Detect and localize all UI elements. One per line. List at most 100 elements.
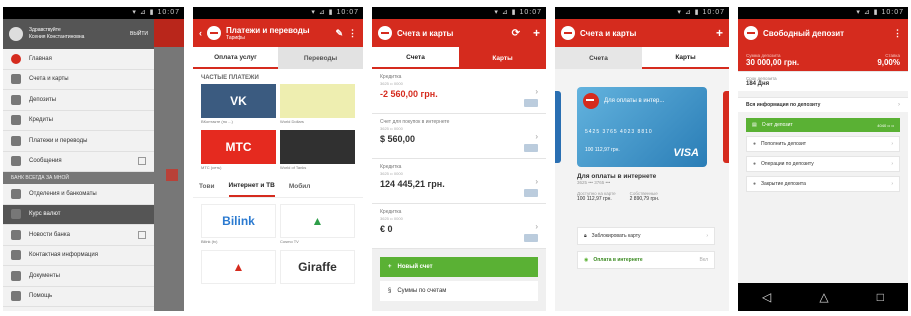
payment-tile[interactable]: ▲ Cosmo TV [280,204,355,246]
card-balance: 100 112,97 грн. [585,147,620,153]
bank-logo-icon [11,53,21,64]
drawer-secondary-items: Отделения и банкоматы Курс валют Новости б… [3,184,154,307]
tab-category-prev[interactable]: Тови [199,183,215,190]
block-card-button[interactable]: 🔒︎ Заблокировать карту › [577,227,715,245]
visa-logo: VISA [673,147,699,159]
back-nav-icon[interactable]: ◁ [762,290,771,304]
drawer-item[interactable]: Кредиты [3,111,154,131]
payment-tile[interactable]: World of Tanks [280,130,355,172]
deposit-action-label: Закрытие депозита [761,181,806,187]
tile-logo: ▲ [280,204,355,238]
tab-bar: Счета Карты [555,47,729,69]
deposit-action[interactable]: ▤ Счет депозит 4040 •• •• [746,118,900,132]
chevron-right-icon: › [535,222,538,231]
deposit-info-link[interactable]: Вся информация по депозиту › [738,97,908,112]
drawer-profile[interactable]: Здравствуйте Ксения Константиновна ВЫЙТИ [3,19,154,49]
deposit-action-label: Счет депозит [761,122,793,128]
category-tabs: Тови Интернет и ТВ Мобил [193,176,363,198]
drawer-item[interactable]: Сообщения [3,152,154,172]
deposit-actions: ▤ Счет депозит 4040 •• •• ● Пополнить депози… [738,118,908,192]
close-icon: ● [753,181,757,187]
bank-logo-icon [583,93,599,109]
payment-tile[interactable]: Bilink Bilink (tv) [201,204,276,246]
card-number: 5425 3765 4023 8810 [585,129,653,135]
tab-cards[interactable]: Карты [459,47,546,69]
new-account-button[interactable]: + Новый счет [380,257,538,277]
tab-cards[interactable]: Карты [642,47,729,69]
card-title: Для оплаты в интер... [604,98,665,104]
previous-card-peek[interactable] [555,91,561,163]
payment-tile[interactable]: МТС МТС (сеть) [201,130,276,172]
tab-accounts[interactable]: Счета [372,47,459,69]
deposit-action[interactable]: ● Операции по депозиту › [746,156,900,172]
chevron-right-icon: › [535,87,538,96]
refresh-icon[interactable]: ⟳ [512,28,520,39]
chevron-right-icon: › [898,102,900,108]
tab-transfers[interactable]: Переводы [278,47,363,69]
page-title: Платежи и переводы [226,25,310,35]
drawer-item[interactable]: Платежи и переводы [3,131,154,152]
deposit-summary: Сумма депозита 30 000,00 грн. Ставка 9,00% [738,47,908,71]
next-card-peek[interactable] [723,91,729,163]
drawer-item[interactable]: Контактная информация [3,246,154,266]
card-icon [524,189,538,197]
payment-tile[interactable]: ▲ [201,250,276,292]
account-number: 3625 •• 0000 [380,81,403,86]
add-icon[interactable]: + [716,26,723,40]
add-icon[interactable]: + [533,26,540,40]
account-totals-link[interactable]: § Суммы по счетам [380,281,538,301]
account-row[interactable]: Кредитка 3625 •• 0000 124 445,21 грн. › [372,159,546,204]
drawer-item[interactable]: Документы [3,266,154,287]
tab-category-mobile[interactable]: Мобил [289,183,311,190]
profile-name: Ксения Константиновна [29,34,85,40]
drawer-item[interactable]: Депозиты [3,90,154,111]
tile-caption [280,284,355,292]
sum-icon: § [388,288,392,294]
home-nav-icon[interactable]: △ [819,290,828,304]
content-behind-drawer[interactable] [154,19,184,311]
payments-icon [11,135,21,146]
account-row[interactable]: Счет для покупок в интернете 3625 •• 0000… [372,114,546,159]
tab-services[interactable]: Оплата услуг [193,47,278,69]
android-nav-bar: ◁ △ □ [738,283,908,311]
payment-tile[interactable]: VK ВКонтакте (по ...) [201,84,276,126]
help-icon [11,291,21,302]
chevron-right-icon: › [535,177,538,186]
account-row[interactable]: Кредитка 3625 •• 0000 -2 560,00 грн. › [372,69,546,114]
deposit-rate: 9,00% [877,58,900,67]
edit-icon[interactable]: ✎ [335,28,343,39]
payment-tile[interactable]: Giraffe [280,250,355,292]
counter-badge [138,230,146,239]
tile-caption: World Dollars [280,119,304,124]
page-title: Счета и карты [397,28,454,38]
online-payments-toggle[interactable]: ◉ Оплата в интернете Вкл [577,251,715,269]
drawer-item[interactable]: Новости банка [3,225,154,246]
drawer-item[interactable]: Главная [3,49,154,70]
accounts-list: Кредитка 3625 •• 0000 -2 560,00 грн. › Счет … [372,69,546,249]
overflow-menu-icon[interactable]: ⋮ [348,28,357,39]
account-number: 3625 •• 0000 [380,171,403,176]
deposit-action[interactable]: ● Пополнить депозит › [746,136,900,152]
bank-logo-icon [207,26,221,40]
tab-accounts[interactable]: Счета [555,47,642,69]
recents-nav-icon[interactable]: □ [877,290,884,304]
account-number: 3625 •• 0000 [380,126,403,131]
bank-logo-icon [561,26,575,40]
deposit-action[interactable]: ● Закрытие депозита › [746,176,900,192]
tile-caption: ВКонтакте (по ...) [201,119,233,124]
account-row[interactable]: Кредитка 3625 •• 0000 € 0 › [372,204,546,249]
overflow-menu-icon[interactable]: ⋮ [893,28,902,39]
tab-category-internet[interactable]: Интернет и ТВ [228,176,275,197]
chevron-right-icon: › [891,141,893,147]
tab-bar: Счета Карты [372,47,546,69]
back-icon[interactable]: ‹ [199,28,202,38]
drawer-item[interactable]: Помощь [3,287,154,307]
drawer-item[interactable]: Отделения и банкоматы [3,184,154,205]
drawer-item[interactable]: Счета и карты [3,70,154,90]
payment-tile[interactable]: World Dollars [280,84,355,126]
logout-link[interactable]: ВЫЙТИ [130,31,148,37]
app-bar: Счета и карты + [555,19,729,47]
tile-logo: VK [201,84,276,118]
drawer-item[interactable]: Курс валют [3,204,154,225]
bank-card[interactable]: Для оплаты в интер... 5425 3765 4023 881… [577,87,707,167]
